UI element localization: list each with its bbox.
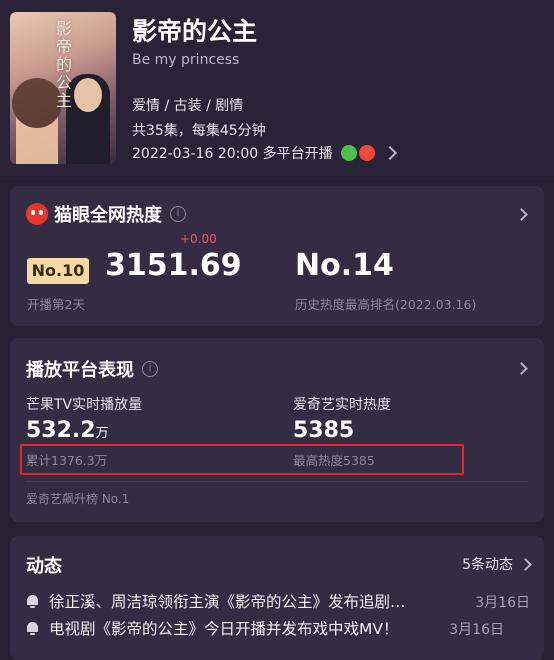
bell-icon (26, 621, 39, 635)
heat-card-title: 猫眼全网热度 i (26, 201, 186, 227)
maoyan-logo-icon (26, 203, 48, 225)
news-item-date: 3月16日 (475, 595, 530, 611)
chevron-right-icon (382, 145, 397, 161)
platform-title-text: 播放平台表现 (26, 360, 134, 381)
heat-card[interactable]: 猫眼全网热度 i +0.00 No.10 3151.69 No.14 开播第2天… (10, 186, 544, 326)
show-genre: 爱情 / 古装 / 剧情 (132, 98, 244, 114)
mango-label: 芒果TV实时播放量 (26, 397, 143, 413)
mango-value: 532.2万 (26, 418, 109, 443)
news-item-text: 徐正溪、周洁琼领衔主演《影帝的公主》发布追剧… (49, 593, 406, 611)
news-item-text: 电视剧《影帝的公主》今日开播并发布戏中戏MV！ (49, 620, 399, 638)
news-count: 5条动态 (462, 557, 513, 573)
news-card: 动态 5条动态 徐正溪、周洁琼领衔主演《影帝的公主》发布追剧… 3月16日 电视… (10, 536, 544, 660)
air-date-text: 2022-03-16 20:00 多平台开播 (132, 146, 333, 162)
days-since-premiere: 开播第2天 (27, 297, 85, 312)
rank-badge: No.10 (27, 258, 89, 284)
bell-icon (26, 594, 39, 608)
show-subtitle: Be my princess (132, 52, 240, 68)
chevron-right-icon[interactable] (515, 208, 528, 221)
platform-card-title: 播放平台表现 i (26, 356, 158, 382)
iqiyi-value: 5385 (293, 418, 355, 443)
mango-platform-icon (358, 145, 375, 161)
mango-total: 累计1376.3万 (26, 453, 108, 468)
best-rank-value: No.14 (295, 248, 394, 283)
heat-delta: +0.00 (180, 232, 217, 246)
chevron-right-icon (519, 557, 532, 571)
heat-value: 3151.69 (105, 248, 242, 283)
iqiyi-label: 爱奇艺实时热度 (293, 397, 391, 413)
info-icon[interactable]: i (170, 206, 186, 222)
show-header: 影帝的公主 影帝的公主 Be my princess 爱情 / 古装 / 剧情 … (0, 0, 554, 180)
best-rank-label: 历史热度最高排名(2022.03.16) (295, 297, 477, 312)
poster-title: 影帝的公主 (53, 20, 72, 110)
divider (26, 481, 528, 482)
heat-title-text: 猫眼全网热度 (54, 205, 162, 226)
news-item-date: 3月16日 (449, 622, 504, 638)
iqiyi-platform-icon (340, 145, 357, 161)
news-item[interactable]: 徐正溪、周洁琼领衔主演《影帝的公主》发布追剧… (26, 590, 406, 612)
show-poster[interactable]: 影帝的公主 (10, 12, 116, 164)
show-title: 影帝的公主 (132, 17, 258, 46)
show-episodes: 共35集，每集45分钟 (132, 123, 266, 139)
mango-value-unit: 万 (95, 426, 109, 441)
news-more-link[interactable]: 5条动态 (462, 554, 532, 574)
news-item[interactable]: 电视剧《影帝的公主》今日开播并发布戏中戏MV！ (26, 617, 398, 639)
platform-card[interactable]: 播放平台表现 i 芒果TV实时播放量 532.2万 爱奇艺实时热度 5385 累… (10, 338, 544, 522)
chevron-right-icon[interactable] (515, 362, 528, 375)
iqiyi-chart-rank: 爱奇艺飙升榜 No.1 (26, 492, 130, 506)
info-icon[interactable]: i (142, 361, 158, 377)
air-info-row[interactable]: 2022-03-16 20:00 多平台开播 (132, 143, 397, 163)
iqiyi-max: 最高热度5385 (293, 453, 375, 468)
news-card-title: 动态 (26, 556, 62, 577)
mango-value-number: 532.2 (26, 418, 96, 443)
